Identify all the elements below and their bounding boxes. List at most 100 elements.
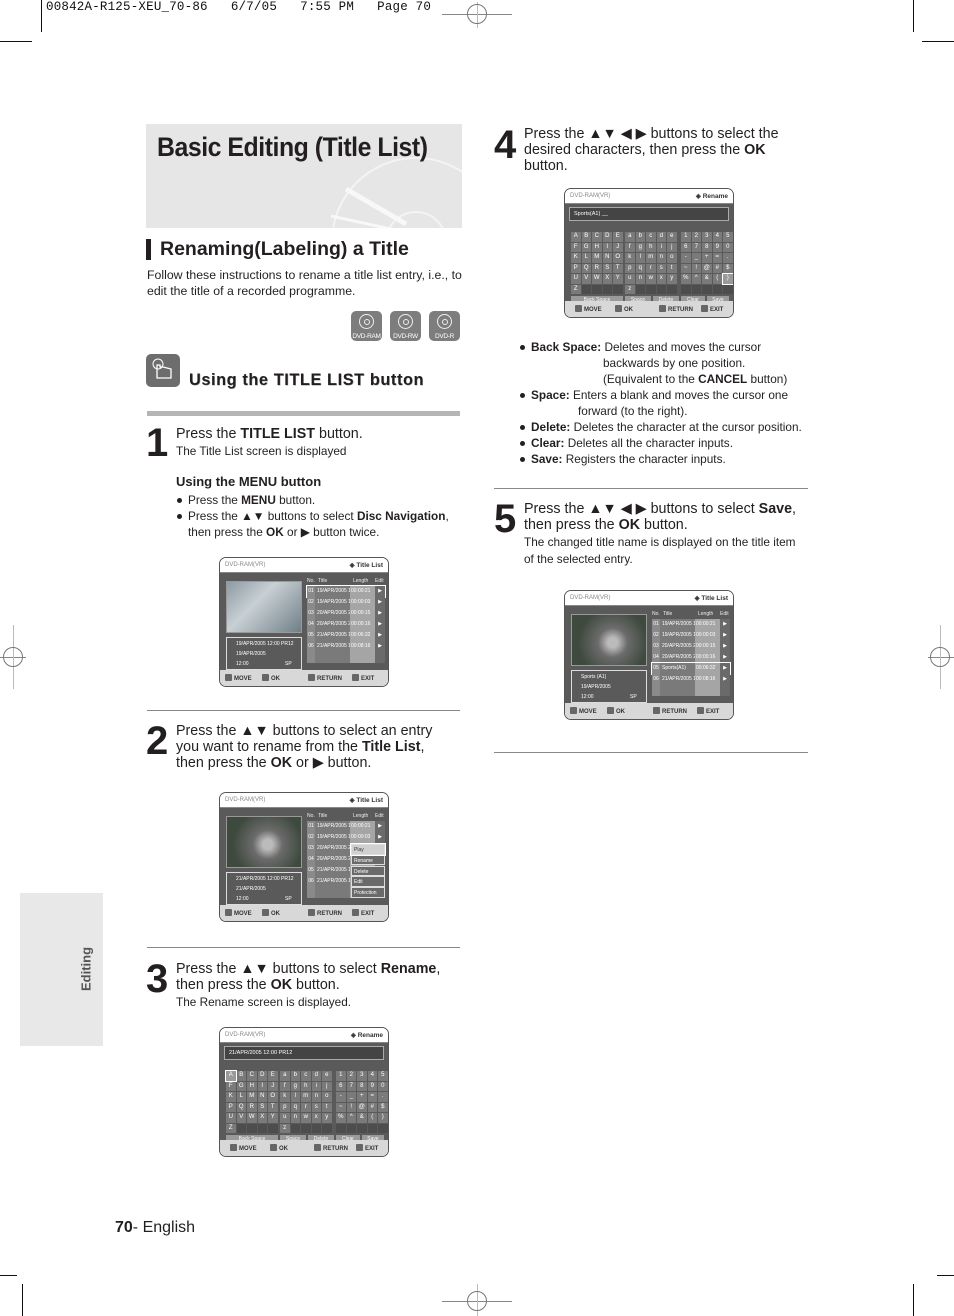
keyboard-key[interactable]: z xyxy=(625,284,635,294)
keyboard-key[interactable]: S xyxy=(602,263,612,273)
keyboard-key[interactable]: _ xyxy=(346,1092,356,1102)
keyboard-key[interactable]: x xyxy=(656,274,666,284)
rename-input[interactable]: 21/APR/2005 12:00 PR12 xyxy=(224,1046,384,1060)
keyboard-key[interactable]: G xyxy=(236,1081,246,1091)
keyboard-key[interactable]: W xyxy=(247,1113,257,1123)
keyboard-key[interactable]: a xyxy=(280,1071,290,1081)
keyboard-key[interactable]: ^ xyxy=(346,1113,356,1123)
keyboard-key[interactable]: ( xyxy=(712,274,722,284)
keyboard-key[interactable]: Y xyxy=(613,274,623,284)
keyboard-key[interactable]: A xyxy=(225,1070,237,1082)
keyboard-key[interactable]: s xyxy=(311,1102,321,1112)
keyboard-key[interactable]: g xyxy=(290,1081,300,1091)
keyboard-key[interactable]: M xyxy=(247,1092,257,1102)
keyboard-key[interactable]: X xyxy=(602,274,612,284)
table-row[interactable]: 05 Sports(A1) 00:06:32 ▶ xyxy=(651,662,731,675)
keyboard-key[interactable]: b xyxy=(290,1071,300,1081)
keyboard-key[interactable]: C xyxy=(592,232,602,242)
keyboard-key[interactable]: m xyxy=(646,253,656,263)
keyboard-key[interactable]: C xyxy=(247,1071,257,1081)
keyboard-key[interactable]: w xyxy=(646,274,656,284)
keyboard-key[interactable]: 3 xyxy=(357,1071,367,1081)
table-row[interactable]: 02 19/APR/2005 1 00:00:03 ▶ xyxy=(652,630,730,641)
keyboard-key[interactable]: x xyxy=(311,1113,321,1123)
keyboard-key[interactable]: % xyxy=(681,274,691,284)
keyboard-key[interactable]: = xyxy=(712,253,722,263)
keyboard-key[interactable]: F xyxy=(226,1081,236,1091)
keyboard-key[interactable]: 4 xyxy=(367,1071,377,1081)
table-row[interactable]: 02 19/APR/2005 1 00:00:03 ▶ xyxy=(307,832,385,843)
keyboard-key[interactable]: L xyxy=(236,1092,246,1102)
keyboard-key[interactable]: e xyxy=(667,232,677,242)
keyboard-key[interactable]: N xyxy=(257,1092,267,1102)
menu-item-rename[interactable]: Rename xyxy=(351,854,385,866)
keyboard-key[interactable]: k xyxy=(280,1092,290,1102)
keyboard-key[interactable]: Q xyxy=(581,263,591,273)
table-row[interactable]: 06 21/APR/2005 1 00:08:16 ▶ xyxy=(652,674,730,685)
keyboard-key[interactable]: ( xyxy=(367,1113,377,1123)
keyboard-key[interactable]: - xyxy=(336,1092,346,1102)
keyboard-key[interactable]: $ xyxy=(723,263,733,273)
keyboard-key[interactable]: K xyxy=(571,253,581,263)
keyboard-key[interactable]: @ xyxy=(357,1102,367,1112)
keyboard-key[interactable]: n xyxy=(311,1092,321,1102)
keyboard-key[interactable]: p xyxy=(280,1102,290,1112)
keyboard-key[interactable]: 9 xyxy=(712,242,722,252)
keyboard-key[interactable]: Q xyxy=(236,1102,246,1112)
table-row[interactable]: 04 20/APR/2005 2 00:00:16 ▶ xyxy=(307,619,385,630)
keyboard-key[interactable]: 8 xyxy=(357,1081,367,1091)
keyboard-key[interactable]: % xyxy=(336,1113,346,1123)
keyboard-key[interactable]: R xyxy=(592,263,602,273)
keyboard-key[interactable]: q xyxy=(290,1102,300,1112)
keyboard-key[interactable]: = xyxy=(367,1092,377,1102)
keyboard-key[interactable]: a xyxy=(625,232,635,242)
keyboard-key[interactable]: B xyxy=(236,1071,246,1081)
keyboard-key[interactable]: l xyxy=(635,253,645,263)
keyboard-key[interactable]: ~ xyxy=(681,263,691,273)
keyboard-key[interactable]: q xyxy=(635,263,645,273)
keyboard-key[interactable]: j xyxy=(322,1081,332,1091)
keyboard-key[interactable]: p xyxy=(625,263,635,273)
keyboard-key[interactable]: H xyxy=(247,1081,257,1091)
keyboard-key[interactable]: 7 xyxy=(691,242,701,252)
keyboard-key[interactable]: 2 xyxy=(346,1071,356,1081)
keyboard-key[interactable]: H xyxy=(592,242,602,252)
keyboard-key[interactable]: y xyxy=(667,274,677,284)
keyboard-key[interactable]: o xyxy=(322,1092,332,1102)
keyboard-key[interactable]: O xyxy=(613,253,623,263)
keyboard-key[interactable]: . xyxy=(378,1092,388,1102)
keyboard-key[interactable]: y xyxy=(322,1113,332,1123)
table-row[interactable]: 03 20/APR/2005 2 00:00:15 ▶ xyxy=(307,608,385,619)
keyboard-key[interactable]: 6 xyxy=(336,1081,346,1091)
keyboard-key[interactable]: I xyxy=(257,1081,267,1091)
keyboard-key[interactable]: R xyxy=(247,1102,257,1112)
keyboard-key[interactable]: n xyxy=(635,274,645,284)
menu-item-protection[interactable]: Protection xyxy=(351,887,385,898)
keyboard-key[interactable]: l xyxy=(290,1092,300,1102)
keyboard-key[interactable]: f xyxy=(625,242,635,252)
keyboard-key[interactable]: # xyxy=(367,1102,377,1112)
rename-input[interactable]: Sports(A1) __ xyxy=(569,207,729,221)
keyboard-key[interactable]: n xyxy=(656,253,666,263)
keyboard-key[interactable]: f xyxy=(280,1081,290,1091)
keyboard-key[interactable]: & xyxy=(357,1113,367,1123)
keyboard-key[interactable]: b xyxy=(635,232,645,242)
menu-item-edit[interactable]: Edit xyxy=(351,876,385,887)
table-row[interactable]: 04 20/APR/2005 2 00:00:16 ▶ xyxy=(652,652,730,663)
keyboard-key[interactable]: 8 xyxy=(702,242,712,252)
keyboard-key[interactable]: m xyxy=(301,1092,311,1102)
menu-item-delete[interactable]: Delete xyxy=(351,865,385,877)
keyboard-key[interactable]: . xyxy=(723,253,733,263)
keyboard-key[interactable]: E xyxy=(613,232,623,242)
keyboard-key[interactable]: w xyxy=(301,1113,311,1123)
keyboard-key[interactable]: 9 xyxy=(367,1081,377,1091)
keyboard-key[interactable]: 1 xyxy=(336,1071,346,1081)
keyboard-key[interactable]: + xyxy=(702,253,712,263)
keyboard-key[interactable]: A xyxy=(571,232,581,242)
keyboard-key[interactable]: $ xyxy=(378,1102,388,1112)
keyboard-key[interactable]: 4 xyxy=(712,232,722,242)
keyboard-key[interactable]: _ xyxy=(691,253,701,263)
keyboard-key[interactable]: 6 xyxy=(681,242,691,252)
keyboard-key[interactable]: V xyxy=(236,1113,246,1123)
keyboard-key[interactable]: P xyxy=(571,263,581,273)
